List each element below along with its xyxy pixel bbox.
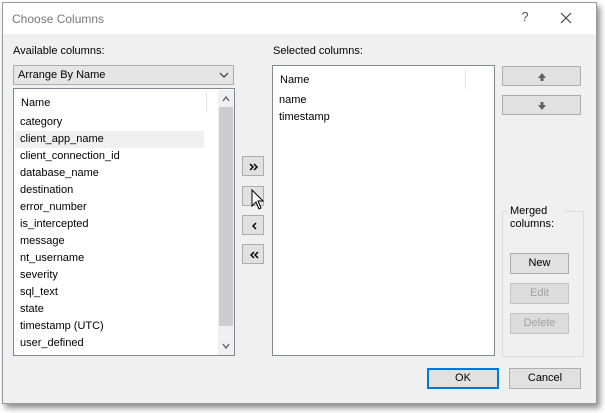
available-header-label: Name — [21, 97, 51, 109]
remove-all-button[interactable] — [242, 244, 264, 264]
list-item[interactable]: client_app_name — [15, 131, 204, 148]
title-bar: Choose Columns ? — [3, 3, 596, 34]
arrow-down-icon — [538, 102, 546, 110]
list-item[interactable]: nt_username — [20, 250, 84, 267]
list-item[interactable]: severity — [20, 267, 58, 284]
merged-columns-label: Merged columns: — [508, 205, 564, 231]
available-column-header[interactable]: Name — [15, 90, 219, 114]
arrange-by-value: Arrange By Name — [18, 69, 106, 81]
selected-header-label: Name — [280, 74, 310, 86]
list-item[interactable]: destination — [20, 182, 73, 199]
move-up-button[interactable] — [502, 66, 581, 86]
arrange-by-dropdown[interactable]: Arrange By Name — [13, 65, 234, 85]
ok-button-label: OK — [455, 372, 471, 384]
list-item[interactable]: timestamp (UTC) — [20, 318, 104, 335]
scroll-down-arrow-icon[interactable] — [220, 340, 232, 352]
delete-merged-button[interactable]: Delete — [510, 313, 569, 334]
new-merged-button[interactable]: New — [510, 253, 569, 274]
ok-button[interactable]: OK — [427, 368, 499, 389]
cancel-button[interactable]: Cancel — [509, 368, 581, 389]
scroll-up-arrow-icon[interactable] — [220, 93, 232, 105]
list-item[interactable]: database_name — [20, 165, 99, 182]
available-columns-list[interactable]: Name category client_app_name client_con… — [13, 88, 235, 356]
chevron-left-icon — [251, 222, 257, 230]
close-icon[interactable] — [555, 7, 577, 29]
available-columns-label: Available columns: — [13, 45, 105, 57]
cancel-button-label: Cancel — [527, 372, 563, 384]
choose-columns-dialog: Choose Columns ? Available columns: Arra… — [2, 2, 597, 404]
list-item[interactable]: user_defined — [20, 335, 84, 352]
list-item[interactable]: error_number — [20, 199, 87, 216]
double-chevron-left-icon — [249, 251, 259, 259]
chevron-down-icon — [219, 72, 229, 78]
selected-columns-label: Selected columns: — [273, 45, 363, 57]
dialog-title: Choose Columns — [12, 12, 105, 26]
selected-column-header[interactable]: Name — [274, 67, 494, 91]
remove-button[interactable] — [242, 215, 264, 235]
move-down-button[interactable] — [502, 95, 581, 115]
arrow-up-icon — [538, 73, 546, 81]
header-divider[interactable] — [206, 92, 207, 112]
list-item[interactable]: name — [279, 92, 307, 109]
list-item[interactable]: client_connection_id — [20, 148, 120, 165]
mouse-cursor-icon — [251, 189, 265, 210]
list-item[interactable]: is_intercepted — [20, 216, 89, 233]
selected-columns-list[interactable]: Name name timestamp — [272, 65, 495, 356]
add-all-button[interactable] — [242, 156, 264, 176]
delete-button-label: Delete — [523, 317, 556, 329]
edit-merged-button[interactable]: Edit — [510, 283, 569, 304]
scrollbar-thumb[interactable] — [219, 107, 233, 326]
edit-button-label: Edit — [530, 287, 549, 299]
header-divider[interactable] — [465, 69, 466, 89]
list-item[interactable]: timestamp — [279, 109, 330, 126]
new-button-label: New — [528, 257, 551, 269]
list-item[interactable]: category — [20, 114, 62, 131]
list-item[interactable]: message — [20, 233, 65, 250]
help-button[interactable]: ? — [515, 9, 535, 27]
double-chevron-right-icon — [249, 163, 259, 171]
available-list-scrollbar[interactable] — [218, 90, 234, 355]
list-item[interactable]: sql_text — [20, 284, 58, 301]
list-item[interactable]: state — [20, 301, 44, 318]
